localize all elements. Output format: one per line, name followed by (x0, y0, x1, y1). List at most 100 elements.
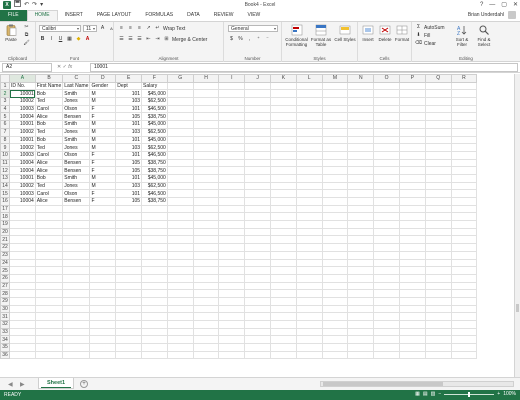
cell-o32[interactable] (373, 320, 400, 329)
cell-q19[interactable] (424, 220, 452, 229)
cell-q11[interactable] (424, 158, 452, 168)
cell-l28[interactable] (295, 289, 323, 298)
normal-view-icon[interactable]: ▦ (415, 391, 420, 397)
cell-n4[interactable] (347, 104, 375, 114)
cell-b13[interactable]: Bob (34, 173, 64, 183)
font-size-select[interactable]: 11 (83, 25, 97, 32)
zoom-level[interactable]: 100% (503, 391, 516, 397)
cell-c9[interactable]: Jones (62, 143, 91, 152)
zoom-out-icon[interactable]: − (438, 391, 441, 397)
cell-q15[interactable] (424, 189, 452, 198)
cell-m13[interactable] (321, 173, 349, 183)
column-header-o[interactable]: O (373, 74, 400, 83)
tab-formulas[interactable]: FORMULAS (138, 10, 180, 21)
cell-k13[interactable] (270, 173, 297, 183)
cell-b12[interactable]: Alice (34, 166, 64, 175)
user-name[interactable]: Brian Underdahl (468, 12, 504, 18)
cell-c19[interactable] (62, 220, 91, 229)
cell-d18[interactable] (89, 212, 117, 222)
column-header-p[interactable]: P (399, 74, 426, 83)
column-header-r[interactable]: R (450, 74, 478, 83)
cell-e1[interactable]: Dept (115, 81, 143, 91)
conditional-formatting-button[interactable]: Conditional Formatting (284, 24, 309, 47)
cell-n31[interactable] (347, 312, 375, 321)
cell-a14[interactable]: 10002 (9, 181, 36, 191)
cell-o11[interactable] (373, 158, 400, 168)
cell-r24[interactable] (450, 258, 478, 268)
close-icon[interactable]: ✕ (513, 0, 518, 10)
column-header-a[interactable]: A (9, 74, 36, 83)
cell-j12[interactable] (244, 166, 272, 175)
cell-e23[interactable] (115, 250, 143, 260)
cell-c16[interactable]: Bensen (62, 197, 91, 206)
cell-p36[interactable] (399, 350, 426, 360)
cell-q8[interactable] (424, 135, 452, 145)
cell-k9[interactable] (270, 143, 297, 152)
cell-g34[interactable] (166, 335, 194, 345)
cell-h1[interactable] (192, 81, 220, 91)
align-right-icon[interactable]: ☰ (136, 36, 143, 43)
cell-m20[interactable] (321, 227, 349, 237)
cell-o19[interactable] (373, 220, 400, 229)
cell-h5[interactable] (192, 112, 220, 122)
merge-center-icon[interactable]: ⊞ (163, 36, 170, 43)
cell-l13[interactable] (295, 173, 323, 183)
cell-j23[interactable] (244, 250, 272, 260)
cell-r14[interactable] (450, 181, 478, 191)
cell-j1[interactable] (244, 81, 272, 91)
row-header[interactable]: 21 (0, 235, 10, 245)
cell-i12[interactable] (218, 166, 246, 175)
cell-d9[interactable]: M (89, 143, 117, 152)
cell-p28[interactable] (399, 289, 426, 298)
italic-icon[interactable]: I (48, 36, 55, 43)
column-header-k[interactable]: K (270, 74, 297, 83)
cell-b11[interactable]: Alice (34, 158, 64, 168)
cell-o6[interactable] (373, 120, 400, 129)
cell-i32[interactable] (218, 320, 246, 329)
cell-b35[interactable] (34, 343, 64, 352)
cell-i21[interactable] (218, 235, 246, 245)
tab-review[interactable]: REVIEW (207, 10, 241, 21)
cell-q12[interactable] (424, 166, 452, 175)
cell-h17[interactable] (192, 204, 220, 214)
cell-b7[interactable]: Ted (34, 127, 64, 137)
cell-b29[interactable] (34, 296, 64, 306)
cell-p3[interactable] (399, 97, 426, 106)
cell-j35[interactable] (244, 343, 272, 352)
cell-r33[interactable] (450, 327, 478, 337)
cell-h24[interactable] (192, 258, 220, 268)
cell-r27[interactable] (450, 281, 478, 291)
cell-i15[interactable] (218, 189, 246, 198)
cell-e6[interactable]: 101 (115, 120, 143, 129)
cell-r36[interactable] (450, 350, 478, 360)
cell-i17[interactable] (218, 204, 246, 214)
cell-c8[interactable]: Smith (62, 135, 91, 145)
cell-o31[interactable] (373, 312, 400, 321)
cell-m10[interactable] (321, 150, 349, 160)
cell-d26[interactable] (89, 273, 117, 283)
cell-p18[interactable] (399, 212, 426, 222)
cell-r6[interactable] (450, 120, 478, 129)
cell-l34[interactable] (295, 335, 323, 345)
cell-d5[interactable]: F (89, 112, 117, 122)
column-header-e[interactable]: E (115, 74, 143, 83)
cell-l21[interactable] (295, 235, 323, 245)
cell-f2[interactable]: $45,000 (141, 89, 168, 99)
cell-o21[interactable] (373, 235, 400, 245)
cell-p24[interactable] (399, 258, 426, 268)
cell-j5[interactable] (244, 112, 272, 122)
cell-n3[interactable] (347, 97, 375, 106)
cell-l10[interactable] (295, 150, 323, 160)
cell-f17[interactable] (141, 204, 168, 214)
cell-e21[interactable] (115, 235, 143, 245)
cell-d36[interactable] (89, 350, 117, 360)
cell-m35[interactable] (321, 343, 349, 352)
column-header-n[interactable]: N (347, 74, 375, 83)
sheet-tab-sheet1[interactable]: Sheet1 (38, 378, 75, 389)
cell-r7[interactable] (450, 127, 478, 137)
cell-l24[interactable] (295, 258, 323, 268)
cell-b18[interactable] (34, 212, 64, 222)
cell-g35[interactable] (166, 343, 194, 352)
cell-o10[interactable] (373, 150, 400, 160)
cell-n10[interactable] (347, 150, 375, 160)
